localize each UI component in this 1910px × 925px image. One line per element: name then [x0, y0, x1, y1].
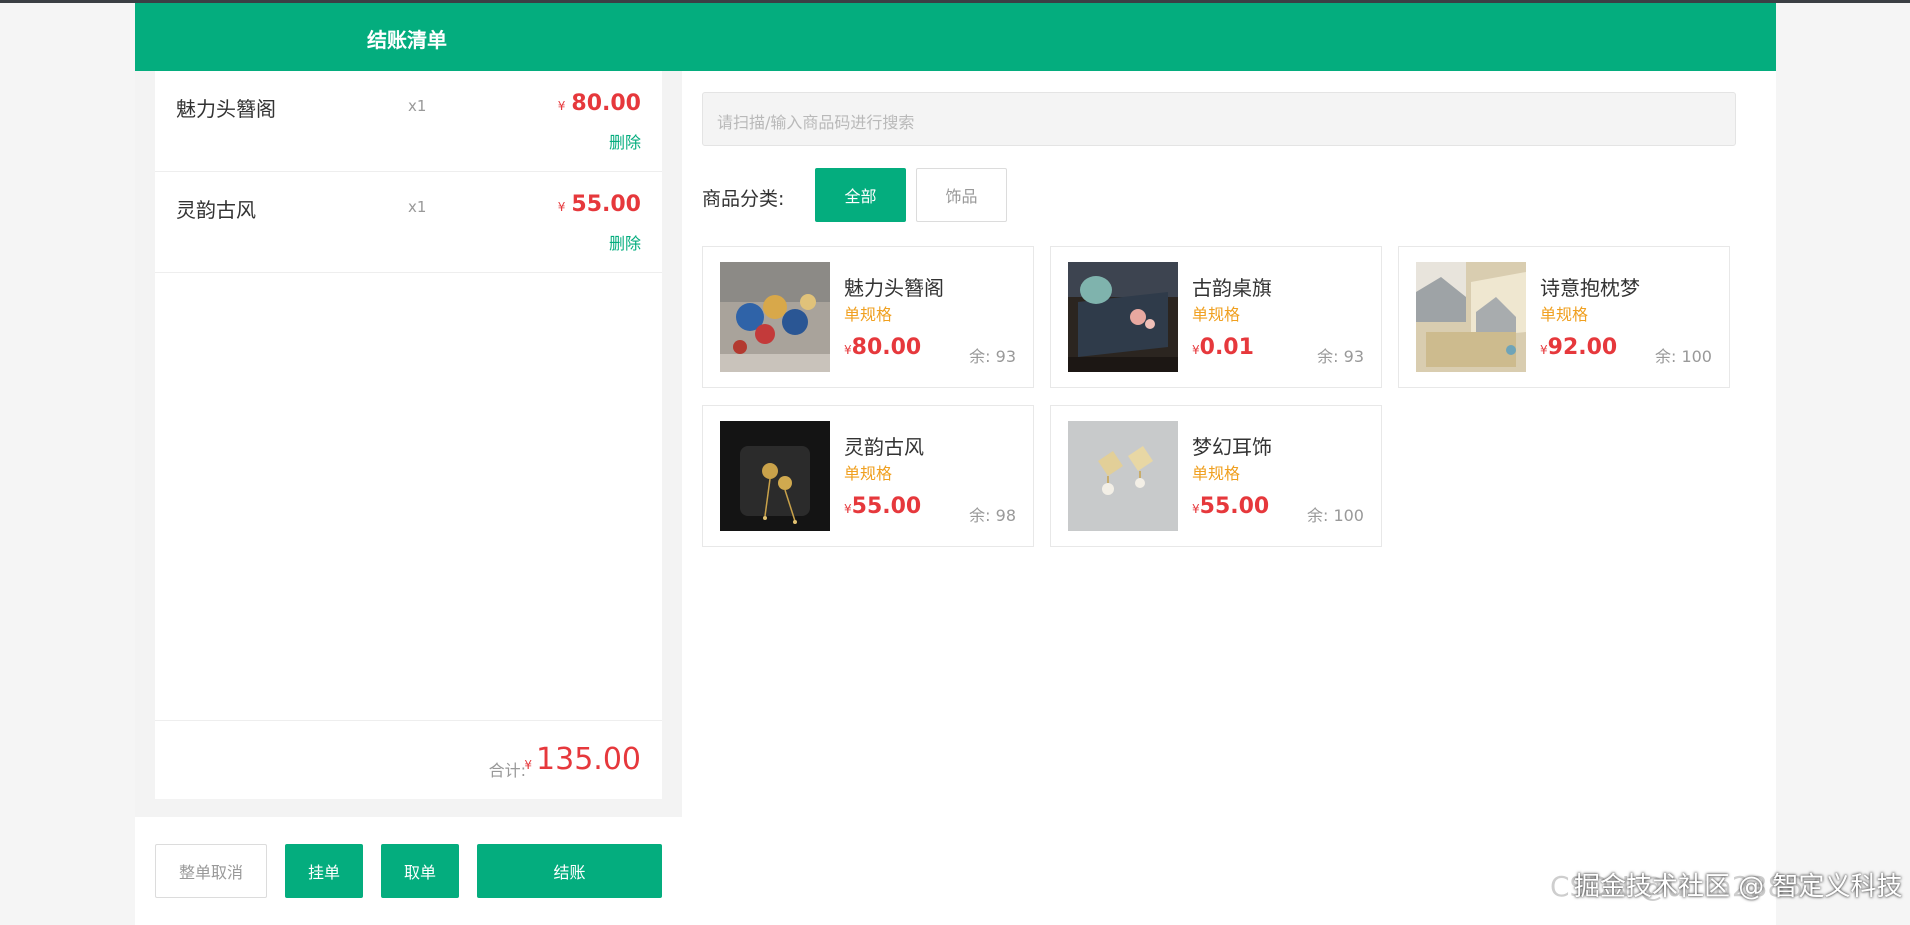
cart-item: 魅力头簪阁 x1 ¥80.00 删除: [155, 71, 662, 172]
product-spec: 单规格: [1192, 464, 1241, 483]
watermark: 掘金技术社区 @ 智定义科技: [1574, 872, 1903, 902]
category-all-button[interactable]: 全部: [815, 168, 906, 222]
total-label: 合计:: [488, 761, 526, 780]
product-image: [1068, 421, 1178, 531]
page-title: 结账清单: [367, 28, 447, 52]
product-stock: 余: 93: [969, 347, 1016, 366]
search-placeholder: 请扫描/输入商品码进行搜索: [717, 113, 915, 132]
checkout-button[interactable]: 结账: [477, 844, 662, 898]
cart-item: 灵韵古风 x1 ¥55.00 删除: [155, 172, 662, 273]
product-name: 魅力头簪阁: [844, 276, 944, 300]
product-price: ¥80.00: [844, 335, 921, 360]
checkout-panel: 魅力头簪阁 x1 ¥80.00 删除 灵韵古风 x1 ¥55.00 删除 合计:…: [135, 71, 682, 817]
currency-symbol: ¥: [1192, 343, 1200, 357]
cart-total: 合计: ¥135.00: [155, 720, 662, 799]
product-card[interactable]: 魅力头簪阁 单规格 ¥80.00 余: 93: [702, 246, 1034, 388]
product-price-value: 0.01: [1199, 335, 1254, 360]
product-spec: 单规格: [1540, 305, 1589, 324]
currency-symbol: ¥: [844, 343, 852, 357]
product-name: 灵韵古风: [844, 435, 924, 459]
product-card[interactable]: 灵韵古风 单规格 ¥55.00 余: 98: [702, 405, 1034, 547]
product-price-value: 55.00: [851, 494, 922, 519]
product-image: [720, 262, 830, 372]
cart-item-name: 灵韵古风: [176, 198, 256, 222]
cart-item-price: ¥80.00: [558, 91, 641, 116]
cart-item-qty: x1: [408, 198, 427, 216]
product-card[interactable]: 诗意抱枕梦 单规格 ¥92.00 余: 100: [1398, 246, 1730, 388]
category-ornament-button[interactable]: 饰品: [916, 168, 1007, 222]
product-spec: 单规格: [1192, 305, 1241, 324]
category-label: 商品分类:: [702, 188, 785, 210]
pos-app: 结账清单 魅力头簪阁 x1 ¥80.00 删除 灵韵古风 x1 ¥55.00 删…: [135, 3, 1776, 925]
delete-item-link[interactable]: 删除: [609, 230, 641, 254]
product-price: ¥0.01: [1192, 335, 1254, 360]
product-spec: 单规格: [844, 305, 893, 324]
product-image: [720, 421, 830, 531]
product-stock: 余: 100: [1654, 347, 1712, 366]
product-price-value: 92.00: [1547, 335, 1618, 360]
product-image: [1068, 262, 1178, 372]
cart-list: 魅力头簪阁 x1 ¥80.00 删除 灵韵古风 x1 ¥55.00 删除 合计:…: [155, 71, 662, 799]
currency-symbol: ¥: [844, 502, 852, 516]
product-price-value: 55.00: [1199, 494, 1270, 519]
product-spec: 单规格: [844, 464, 893, 483]
product-price: ¥92.00: [1540, 335, 1617, 360]
product-name: 诗意抱枕梦: [1540, 276, 1640, 300]
cart-item-name: 魅力头簪阁: [176, 97, 276, 121]
product-stock: 余: 98: [969, 506, 1016, 525]
currency-symbol: ¥: [557, 200, 566, 214]
currency-symbol: ¥: [557, 99, 566, 113]
retrieve-order-button[interactable]: 取单: [381, 844, 459, 898]
search-input[interactable]: 请扫描/输入商品码进行搜索: [702, 92, 1736, 146]
header-bar: 结账清单: [135, 3, 1776, 71]
product-name: 梦幻耳饰: [1192, 435, 1272, 459]
currency-symbol: ¥: [524, 758, 533, 772]
product-price-value: 80.00: [851, 335, 922, 360]
product-card[interactable]: 梦幻耳饰 单规格 ¥55.00 余: 100: [1050, 405, 1382, 547]
product-stock: 余: 93: [1317, 347, 1364, 366]
cart-item-price-value: 55.00: [571, 192, 641, 217]
product-name: 古韵桌旗: [1192, 276, 1272, 300]
cart-item-qty: x1: [408, 97, 427, 115]
product-price: ¥55.00: [844, 494, 921, 519]
hang-order-button[interactable]: 挂单: [285, 844, 363, 898]
cart-item-price-value: 80.00: [571, 91, 641, 116]
cancel-order-button[interactable]: 整单取消: [155, 844, 267, 898]
total-value: ¥135.00: [524, 742, 641, 777]
delete-item-link[interactable]: 删除: [609, 129, 641, 153]
product-stock: 余: 100: [1306, 506, 1364, 525]
currency-symbol: ¥: [1540, 343, 1548, 357]
total-amount: 135.00: [536, 742, 641, 777]
product-price: ¥55.00: [1192, 494, 1269, 519]
product-image: [1416, 262, 1526, 372]
cart-item-price: ¥55.00: [558, 192, 641, 217]
currency-symbol: ¥: [1192, 502, 1200, 516]
product-card[interactable]: 古韵桌旗 单规格 ¥0.01 余: 93: [1050, 246, 1382, 388]
action-bar: 整单取消 挂单 取单 结账: [135, 817, 682, 925]
